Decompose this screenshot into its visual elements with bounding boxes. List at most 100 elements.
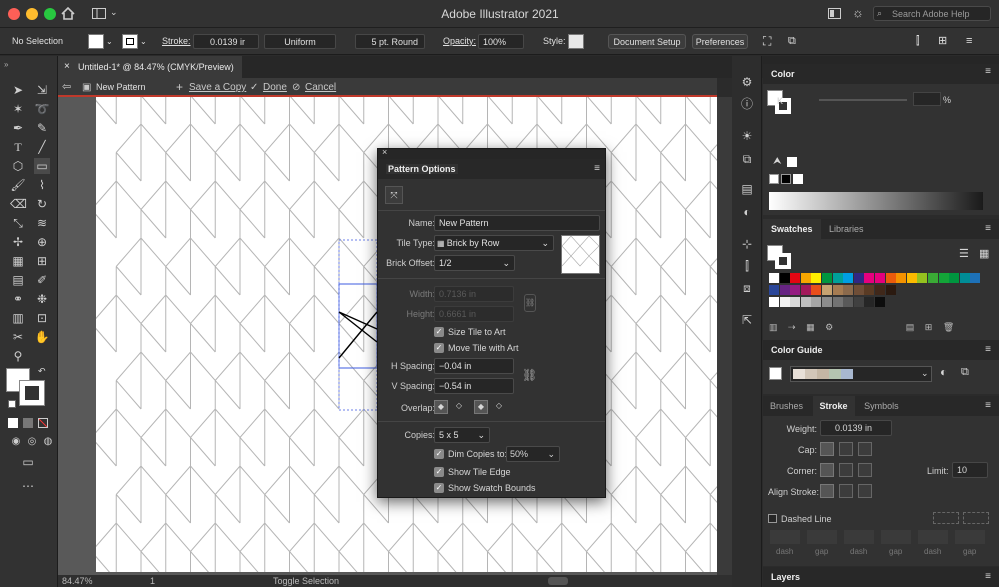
gap-field-3[interactable] (955, 530, 985, 544)
preferences-button[interactable]: Preferences (692, 34, 748, 49)
brick-offset-dropdown[interactable]: 1/2 ⌄ (434, 255, 515, 271)
link-proportions-icon[interactable]: ⛓ (524, 294, 536, 312)
move-tile-with-art-checkbox[interactable]: ✓ (434, 343, 444, 353)
new-color-group-icon[interactable]: ▤ (906, 322, 915, 332)
column-graph-tool-icon[interactable]: ▥ (10, 310, 26, 326)
gradient-tool-icon[interactable]: ▤ (10, 272, 26, 288)
color-guide-title[interactable]: Color Guide (763, 340, 999, 360)
color-swatch[interactable] (790, 285, 801, 295)
perspective-grid-tool-icon[interactable]: ▦ (10, 253, 26, 269)
harmony-rules-dropdown[interactable] (790, 366, 932, 382)
limit-field[interactable]: 10 (952, 462, 988, 478)
round-join-button[interactable] (839, 463, 853, 477)
panel-menu-icon[interactable]: ≡ (594, 163, 600, 174)
color-swatch[interactable] (970, 273, 981, 283)
swap-fill-stroke-icon[interactable]: ↶ (38, 366, 46, 377)
mesh-tool-icon[interactable]: ⊞ (34, 253, 50, 269)
place-swatch-icon[interactable]: ⇢ (788, 322, 796, 332)
transparency-icon[interactable]: ◐ (739, 204, 755, 220)
back-arrow-icon[interactable]: ⇦ (62, 80, 71, 95)
swatch-libraries-icon[interactable]: ▥ (769, 322, 778, 332)
color-swatch[interactable] (917, 273, 928, 283)
color-swatch[interactable] (853, 273, 864, 283)
chevron-down-icon[interactable]: ⌄ (106, 34, 113, 49)
warp-tool-icon[interactable]: ≋ (34, 215, 50, 231)
stroke-label[interactable]: Stroke: (162, 34, 191, 49)
magic-wand-tool-icon[interactable]: ✶ (10, 101, 26, 117)
vertical-scrollbar[interactable] (717, 97, 732, 575)
swatches-stroke-swatch[interactable] (775, 253, 791, 269)
none-swatch[interactable] (769, 174, 779, 184)
paintbrush-tool-icon[interactable]: 🖌 (10, 177, 26, 193)
shape-builder-tool-icon[interactable]: ⊕ (34, 234, 50, 250)
tile-type-dropdown[interactable]: ▦ Brick by Row ⌄ (434, 235, 554, 251)
blend-tool-icon[interactable]: ⚭ (10, 291, 26, 307)
color-swatch[interactable] (853, 297, 864, 307)
guide-color-swatch[interactable] (793, 369, 805, 379)
color-swatch[interactable] (822, 273, 832, 283)
size-tile-to-art-checkbox[interactable]: ✓ (434, 327, 444, 337)
rectangle-tool-icon[interactable]: ▭ (34, 158, 50, 174)
color-swatch[interactable] (769, 285, 779, 295)
info-icon[interactable]: ⓘ (739, 96, 755, 112)
gap-field-2[interactable] (881, 530, 911, 544)
tab-libraries[interactable]: Libraries (823, 219, 870, 239)
arrange-documents-icon[interactable] (828, 8, 841, 19)
out-of-gamut-icon[interactable]: ⮝ (773, 156, 782, 167)
dim-copies-dropdown[interactable]: 50% ⌄ (506, 446, 560, 462)
blob-brush-tool-icon[interactable]: ⌇ (34, 177, 50, 193)
base-color-swatch[interactable] (769, 367, 782, 380)
guide-color-swatch[interactable] (829, 369, 841, 379)
color-swatch[interactable] (875, 297, 885, 307)
name-field[interactable]: New Pattern (434, 215, 600, 231)
color-swatch[interactable] (779, 273, 790, 283)
stroke-weight-field[interactable]: 0.0139 ir (193, 34, 259, 49)
color-swatch[interactable] (864, 297, 875, 307)
h-spacing-field[interactable]: −0.04 in (434, 358, 514, 374)
color-swatch[interactable] (832, 285, 843, 295)
scale-tool-icon[interactable]: ⤡ (10, 215, 26, 231)
dash-field-1[interactable] (770, 530, 800, 544)
color-swatch[interactable] (800, 297, 811, 307)
black-swatch[interactable] (781, 174, 791, 184)
chevron-down-icon[interactable]: ⌄ (140, 34, 147, 49)
direct-selection-tool-icon[interactable]: ⇲ (34, 82, 50, 98)
color-swatch[interactable] (938, 273, 949, 283)
graphic-style-swatch[interactable] (568, 34, 584, 49)
color-swatch[interactable] (811, 273, 822, 283)
color-swatch[interactable] (832, 297, 843, 307)
help-search-input[interactable]: ⌕ Search Adobe Help (873, 6, 991, 21)
panel-menu-icon[interactable]: ≡ (985, 66, 991, 77)
bottom-in-front-icon[interactable]: ◇ (492, 400, 506, 414)
color-swatch[interactable] (769, 273, 779, 283)
delete-swatch-icon[interactable]: 🗑 (943, 322, 954, 332)
color-swatch[interactable] (853, 285, 864, 295)
minimize-window-button[interactable] (26, 8, 38, 20)
preserve-dash-icon[interactable] (933, 512, 959, 524)
stroke-color-indicator[interactable] (19, 380, 45, 406)
default-colors-icon[interactable] (8, 400, 16, 408)
align-panel-icon[interactable]: ⫿ (739, 258, 755, 274)
isolate-icon[interactable]: ⧉ (788, 34, 796, 49)
align-inside-button[interactable] (839, 484, 853, 498)
guide-color-swatch[interactable] (817, 369, 829, 379)
hand-tool-icon[interactable]: ✋ (34, 329, 50, 345)
selection-tool-icon[interactable]: ➤ (10, 82, 26, 98)
color-swatch[interactable] (800, 285, 811, 295)
home-icon[interactable] (61, 7, 75, 20)
layers-title[interactable]: Layers (763, 567, 999, 587)
show-swatch-bounds-checkbox[interactable]: ✓ (434, 483, 444, 493)
k-slider[interactable] (819, 99, 907, 101)
dash-field-3[interactable] (918, 530, 948, 544)
dashed-line-checkbox[interactable] (768, 514, 777, 523)
tab-swatches[interactable]: Swatches (763, 219, 821, 239)
color-swatch[interactable] (885, 285, 896, 295)
copies-dropdown[interactable]: 5 x 5 ⌄ (434, 427, 490, 443)
color-swatch[interactable] (843, 285, 854, 295)
align-dash-icon[interactable] (963, 512, 989, 524)
color-swatch[interactable] (843, 297, 854, 307)
save-copy-button[interactable]: Save a Copy (189, 80, 246, 95)
type-tool-icon[interactable]: T (10, 139, 26, 155)
brush-definition[interactable]: 5 pt. Round (355, 34, 425, 49)
horizontal-scroll-thumb[interactable] (548, 577, 568, 585)
